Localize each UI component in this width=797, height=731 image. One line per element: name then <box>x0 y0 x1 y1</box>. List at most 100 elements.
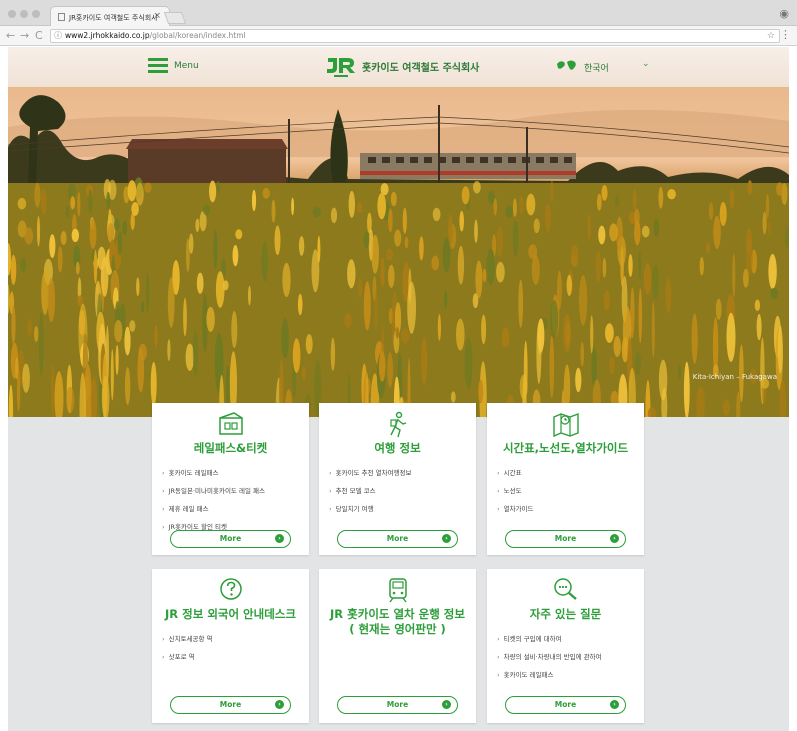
wheat-stalk <box>570 244 579 268</box>
wheat-stalk <box>357 202 363 214</box>
wheat-stalk <box>232 245 239 267</box>
card-rail-pass[interactable]: 레일패스&티켓 › 홋카이도 레일패스 › JR동일본·미나미홋카이도 레일 패스 … <box>152 403 309 555</box>
card-train-operation[interactable]: JR 홋카이도 열차 운행 정보 ( 현재는 영어판만 ) More › <box>319 569 476 723</box>
wheat-stalk <box>387 352 393 388</box>
wheat-stalk <box>519 195 524 214</box>
card-faq[interactable]: 자주 있는 질문 › 티켓의 구입에 대하여 › 차량의 설비·차량내의 반입에 관… <box>487 569 644 723</box>
wheat-stalk <box>715 298 722 320</box>
wheat-stalk <box>550 300 559 339</box>
wheat-stalk <box>596 193 602 211</box>
more-button[interactable]: More › <box>505 530 626 548</box>
browser-tab[interactable]: JR홋카이도 여객철도 주식회사 × <box>50 6 170 26</box>
wheat-stalk <box>448 214 453 245</box>
window-minimize-button[interactable] <box>20 10 28 18</box>
jr-logo[interactable] <box>326 54 356 78</box>
language-label[interactable]: 한국어 <box>584 61 609 74</box>
wheat-stalk <box>512 198 517 217</box>
url-input[interactable]: ⓘ www2.jrhokkaido.co.jp/global/korean/in… <box>50 29 780 43</box>
wheat-stalk <box>144 182 152 193</box>
card-link[interactable]: › 당일치기 여행 <box>329 503 412 513</box>
card-link[interactable]: › 홋카이도 레일패스 <box>162 467 265 477</box>
wheat-stalk <box>419 236 424 261</box>
more-button[interactable]: More › <box>170 696 291 714</box>
wheat-stalk <box>348 190 355 218</box>
menu-label[interactable]: Menu <box>174 61 199 71</box>
more-button[interactable]: More › <box>337 696 458 714</box>
card-link[interactable]: › 노선도 <box>497 485 534 495</box>
wheat-stalk <box>388 208 393 233</box>
card-title[interactable]: 여행 정보 <box>323 441 472 456</box>
card-link[interactable]: › 홋카이도 레일패스 <box>497 669 602 679</box>
bookmark-star-icon[interactable]: ☆ <box>767 30 775 42</box>
card-title[interactable]: JR 홋카이도 열차 운행 정보 ( 현재는 영어판만 ) <box>323 607 472 637</box>
card-title[interactable]: 레일패스&티켓 <box>156 441 305 456</box>
site-info-icon[interactable]: ⓘ <box>54 30 62 42</box>
hamburger-menu-icon[interactable] <box>148 58 168 74</box>
arrow-circle-icon: › <box>442 700 451 709</box>
wheat-stalk <box>482 268 487 282</box>
wheat-stalk <box>363 231 370 248</box>
reload-icon[interactable]: C <box>35 29 43 42</box>
globe-icon[interactable] <box>556 59 578 73</box>
wheat-stalk <box>456 318 465 351</box>
wheat-stalk <box>474 219 478 243</box>
arrow-icon: › <box>162 505 165 513</box>
card-title[interactable]: JR 정보 외국어 안내데스크 <box>156 607 305 622</box>
wheat-stalk <box>167 339 171 361</box>
wheat-stalk <box>49 234 56 259</box>
card-info-desk[interactable]: JR 정보 외국어 안내데스크 › 신치토세공항 역 › 삿포로 역 More › <box>152 569 309 723</box>
wheat-stalk <box>261 241 268 282</box>
wheat-stalk <box>183 297 187 337</box>
card-link[interactable]: › 홋카이도 추천 열차여행정보 <box>329 467 412 477</box>
arrow-circle-icon: › <box>610 534 619 543</box>
wheat-stalk <box>777 325 783 374</box>
wheat-stalk <box>124 367 131 406</box>
tab-close-icon[interactable]: × <box>153 11 161 21</box>
card-timetable[interactable]: 시간표,노선도,열차가이드 › 시간표 › 노선도 › 열차가이드 More › <box>487 403 644 555</box>
card-link[interactable]: › 열차가이드 <box>497 503 534 513</box>
wheat-stalk <box>305 334 313 355</box>
profile-icon[interactable]: ◉ <box>779 7 789 20</box>
more-button[interactable]: More › <box>170 530 291 548</box>
wheat-stalk <box>223 280 229 291</box>
wheat-stalk <box>10 254 17 285</box>
wheat-stalk <box>459 210 465 232</box>
wheat-stalk <box>271 199 276 223</box>
wheat-stalk <box>533 218 540 234</box>
card-link[interactable]: › 시간표 <box>497 467 534 477</box>
card-link[interactable]: › 삿포로 역 <box>162 651 213 661</box>
wheat-stalk <box>145 272 150 312</box>
card-title[interactable]: 자주 있는 질문 <box>491 607 640 622</box>
wheat-stalk <box>601 185 608 201</box>
card-link[interactable]: › JR동일본·미나미홋카이도 레일 패스 <box>162 485 265 495</box>
address-bar-row: ← → C ⓘ www2.jrhokkaido.co.jp/global/kor… <box>0 26 797 46</box>
card-link[interactable]: › 티켓의 구입에 대하여 <box>497 633 602 643</box>
card-link[interactable]: › 추천 모델 코스 <box>329 485 412 495</box>
wheat-stalk <box>88 189 93 214</box>
window-close-button[interactable] <box>8 10 16 18</box>
card-travel-info[interactable]: 여행 정보 › 홋카이도 추천 열차여행정보 › 추천 모델 코스 › 당일치기 여행… <box>319 403 476 555</box>
wheat-stalk <box>699 257 704 276</box>
card-title[interactable]: 시간표,노선도,열차가이드 <box>491 441 640 456</box>
wheat-stalk <box>496 261 505 283</box>
card-link[interactable]: › 제휴 레일 패스 <box>162 503 265 513</box>
wheat-stalk <box>457 245 465 285</box>
wheat-stalk <box>209 180 217 203</box>
browser-menu-icon[interactable]: ⋮ <box>780 28 791 41</box>
card-link[interactable]: › 차량의 설비·차량내의 반입에 관하여 <box>497 651 602 661</box>
wheat-stalk <box>566 274 572 296</box>
more-button[interactable]: More › <box>505 696 626 714</box>
wheat-stalk <box>518 279 524 328</box>
company-name[interactable]: 홋카이도 여객철도 주식회사 <box>362 59 479 74</box>
forward-icon[interactable]: → <box>20 29 29 42</box>
wheat-stalk <box>129 320 136 332</box>
back-icon[interactable]: ← <box>6 29 15 42</box>
more-button[interactable]: More › <box>337 530 458 548</box>
card-link[interactable]: › 신치토세공항 역 <box>162 633 213 643</box>
chevron-down-icon[interactable]: ⌄ <box>642 59 650 69</box>
window-maximize-button[interactable] <box>32 10 40 18</box>
wheat-stalk <box>11 305 16 345</box>
wheat-stalk <box>195 218 200 232</box>
new-tab-button[interactable] <box>163 12 187 24</box>
wheat-stalk <box>97 246 106 271</box>
